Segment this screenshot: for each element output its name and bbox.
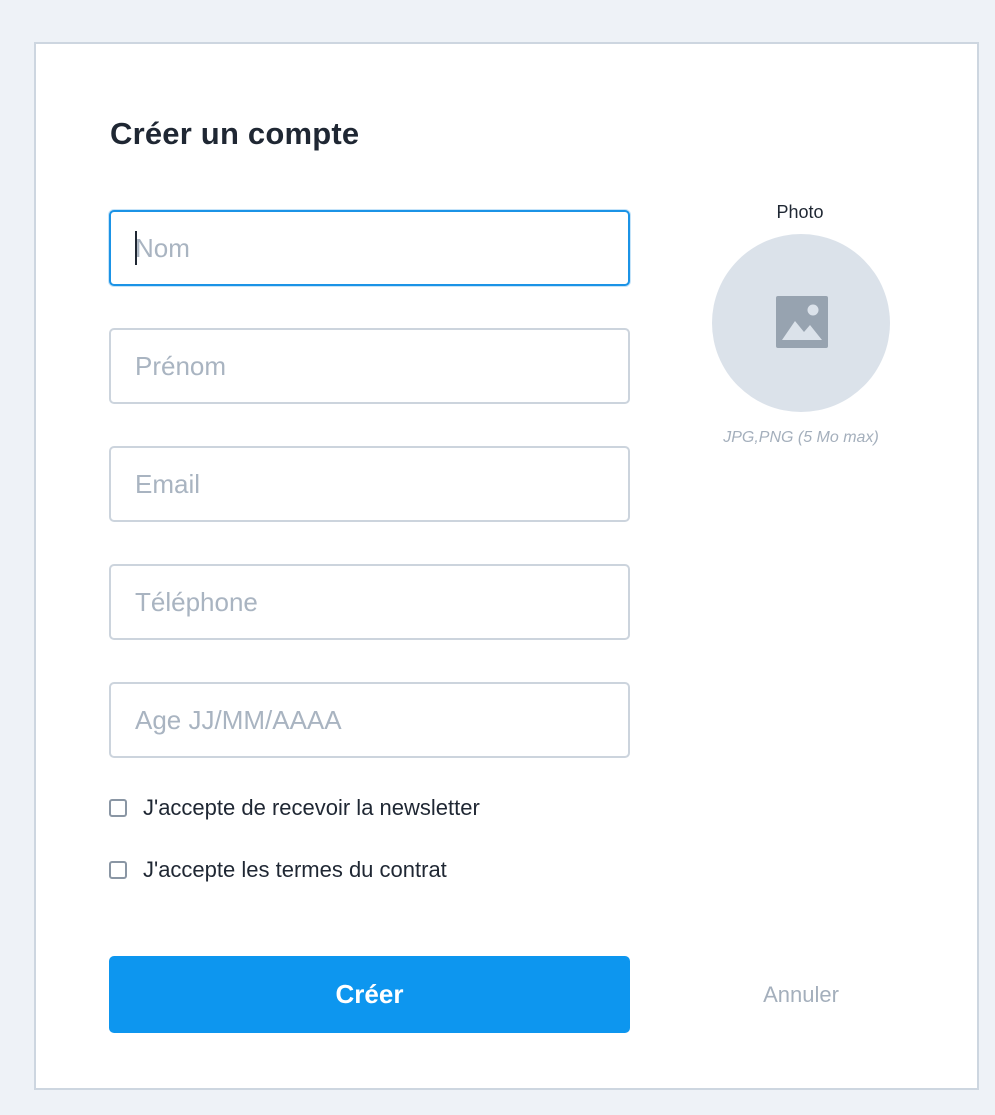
- photo-format-hint: JPG,PNG (5 Mo max): [723, 429, 879, 446]
- age-input[interactable]: [109, 682, 630, 758]
- terms-label: J'accepte les termes du contrat: [143, 857, 447, 882]
- page-title: Créer un compte: [110, 116, 360, 151]
- photo-label: Photo: [776, 202, 824, 222]
- telephone-input[interactable]: [109, 564, 630, 640]
- newsletter-checkbox[interactable]: [109, 799, 127, 817]
- cancel-button[interactable]: Annuler: [726, 978, 876, 1012]
- create-button[interactable]: Créer: [109, 956, 630, 1033]
- newsletter-label: J'accepte de recevoir la newsletter: [143, 795, 480, 820]
- email-input[interactable]: [109, 446, 630, 522]
- terms-checkbox[interactable]: [109, 861, 127, 879]
- newsletter-checkbox-row[interactable]: J'accepte de recevoir la newsletter: [109, 793, 480, 823]
- nom-input[interactable]: [109, 210, 630, 286]
- prenom-input[interactable]: [109, 328, 630, 404]
- text-cursor: [135, 231, 137, 265]
- create-account-card: Créer un compte Photo JPG,PNG (5 Mo max)…: [34, 42, 979, 1090]
- image-icon: [776, 296, 828, 348]
- photo-upload-button[interactable]: [712, 234, 890, 412]
- terms-checkbox-row[interactable]: J'accepte les termes du contrat: [109, 855, 447, 885]
